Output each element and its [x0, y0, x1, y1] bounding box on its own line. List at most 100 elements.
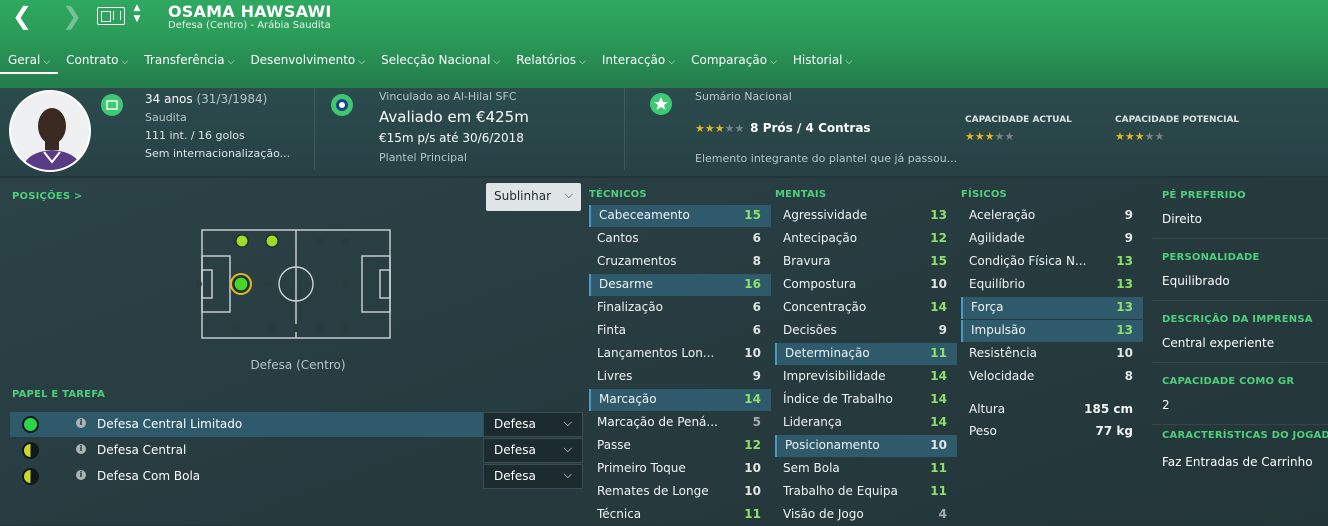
tab-label: Desenvolvimento — [250, 53, 356, 67]
attribute-row[interactable]: Marcação 14 — [589, 389, 771, 411]
club-label[interactable]: Vinculado ao Al-Hilal SFC — [379, 90, 517, 103]
tab-transfer-ncia[interactable]: Transferência ⌵ — [136, 52, 242, 74]
attribute-name: Força — [971, 300, 1004, 314]
tab-relat-rios[interactable]: Relatórios ⌵ — [508, 52, 594, 74]
player-subtitle: Defesa (Centro) - Arábia Saudita — [168, 20, 331, 31]
attribute-value: 15 — [744, 208, 761, 222]
attribute-name: Compostura — [783, 277, 857, 291]
attribute-row[interactable]: Índice de Trabalho 14 — [775, 389, 957, 411]
tab-selec-o-nacional[interactable]: Selecção Nacional ⌵ — [373, 52, 508, 74]
attribute-name: Finalização — [597, 300, 663, 314]
attribute-name: Cantos — [597, 231, 639, 245]
attribute-row[interactable]: Condição Física N... 13 — [961, 251, 1143, 273]
attribute-row[interactable]: Imprevisibilidade 14 — [775, 366, 957, 388]
duty-dropdown[interactable]: Defesa ⌵ — [483, 464, 583, 489]
attribute-row[interactable]: Antecipação 12 — [775, 228, 957, 250]
back-arrow-icon[interactable]: ❮ — [12, 4, 34, 28]
attribute-row[interactable]: Velocidade 8 — [961, 366, 1143, 388]
attribute-value: 10 — [744, 461, 761, 475]
attribute-row[interactable]: Passe 12 — [589, 435, 771, 457]
duty-dropdown[interactable]: Defesa ⌵ — [483, 438, 583, 463]
tab-interac-o[interactable]: Interacção ⌵ — [594, 52, 683, 74]
duty-value: Defesa — [494, 469, 536, 483]
attribute-row[interactable]: Lançamentos Lon... 10 — [589, 343, 771, 365]
tab-desenvolvimento[interactable]: Desenvolvimento ⌵ — [242, 52, 373, 74]
attribute-value: 4 — [938, 507, 947, 521]
role-row[interactable]: i Defesa Central Limitado — [10, 412, 483, 437]
attribute-row[interactable]: Cantos 6 — [589, 228, 771, 250]
club-crest-icon[interactable] — [331, 94, 353, 116]
attribute-row[interactable]: Compostura 10 — [775, 274, 957, 296]
attribute-row[interactable]: Agilidade 9 — [961, 228, 1143, 250]
duty-dropdown[interactable]: Defesa ⌵ — [483, 412, 583, 437]
role-row[interactable]: i Defesa Central — [10, 438, 483, 463]
attribute-row[interactable]: Força 13 — [961, 297, 1143, 319]
pros-cons[interactable]: 8 Prós / 4 Contras — [750, 121, 870, 135]
info-icon[interactable]: i — [76, 418, 86, 428]
chevron-down-icon: ⌵ — [563, 416, 572, 429]
forward-arrow-icon[interactable]: ❯ — [62, 4, 84, 28]
foot-title: PÉ PREFERIDO — [1162, 190, 1246, 201]
attribute-row[interactable]: Determinação 11 — [775, 343, 957, 365]
attribute-name: Aceleração — [969, 208, 1036, 222]
highlight-dropdown[interactable]: Sublinhar ⌵ — [486, 183, 581, 211]
attribute-row[interactable]: Cabeceamento 15 — [589, 205, 771, 227]
duty-value: Defesa — [494, 417, 536, 431]
player-caps: 111 int. / 16 golos — [145, 129, 245, 142]
attribute-row[interactable]: Concentração 14 — [775, 297, 957, 319]
attribute-name: Antecipação — [783, 231, 858, 245]
mental-title: MENTAIS — [775, 189, 827, 200]
attribute-row[interactable]: Primeiro Toque 10 — [589, 458, 771, 480]
attribute-name: Técnica — [597, 507, 642, 521]
attribute-row[interactable]: Técnica 11 — [589, 504, 771, 526]
attribute-value: 10 — [930, 438, 947, 452]
info-icon[interactable]: i — [76, 444, 86, 454]
divider — [1152, 424, 1328, 425]
attribute-value: 13 — [1116, 300, 1133, 314]
attribute-row[interactable]: Livres 9 — [589, 366, 771, 388]
tab-contrato[interactable]: Contrato ⌵ — [58, 52, 136, 74]
traits-value[interactable]: Faz Entradas de Carrinho — [1162, 455, 1313, 469]
attribute-value: 11 — [930, 484, 947, 498]
player-switch-arrows-icon[interactable]: ▲ ▼ — [131, 3, 143, 27]
positions-title[interactable]: POSIÇÕES > — [12, 191, 83, 202]
tab-geral[interactable]: Geral ⌵ — [0, 52, 59, 74]
height-label: Altura — [969, 402, 1006, 416]
attribute-value: 15 — [930, 254, 947, 268]
attribute-name: Agressividade — [783, 208, 868, 222]
attribute-value: 14 — [930, 300, 947, 314]
attribute-row[interactable]: Posicionamento 10 — [775, 435, 957, 457]
role-row[interactable]: i Defesa Com Bola — [10, 464, 483, 489]
personality-title: PERSONALIDADE — [1162, 252, 1260, 263]
attribute-row[interactable]: Resistência 10 — [961, 343, 1143, 365]
attribute-row[interactable]: Remates de Longe 10 — [589, 481, 771, 503]
attribute-value: 11 — [930, 346, 947, 360]
attribute-row[interactable]: Visão de Jogo 4 — [775, 504, 957, 526]
attribute-row[interactable]: Aceleração 9 — [961, 205, 1143, 227]
summary-text: Elemento integrante do plantel que já pa… — [695, 152, 958, 165]
attribute-row[interactable]: Marcação de Pená... 5 — [589, 412, 771, 434]
attribute-row[interactable]: Finalização 6 — [589, 297, 771, 319]
attribute-row[interactable]: Desarme 16 — [589, 274, 771, 296]
attribute-name: Livres — [597, 369, 633, 383]
attribute-row[interactable]: Bravura 15 — [775, 251, 957, 273]
attribute-value: 14 — [930, 369, 947, 383]
attribute-row[interactable]: Trabalho de Equipa 11 — [775, 481, 957, 503]
info-icon[interactable]: i — [76, 470, 86, 480]
attribute-row[interactable]: Decisões 9 — [775, 320, 957, 342]
attribute-row[interactable]: Finta 6 — [589, 320, 771, 342]
divider — [1152, 362, 1328, 363]
attribute-row[interactable]: Equilíbrio 13 — [961, 274, 1143, 296]
attribute-name: Desarme — [599, 277, 654, 291]
attribute-row[interactable]: Agressividade 13 — [775, 205, 957, 227]
attribute-row[interactable]: Sem Bola 11 — [775, 458, 957, 480]
attribute-row[interactable]: Impulsão 13 — [961, 320, 1143, 342]
attribute-name: Imprevisibilidade — [783, 369, 886, 383]
attribute-row[interactable]: Cruzamentos 8 — [589, 251, 771, 273]
nationality-flag-icon — [101, 94, 123, 116]
attribute-row[interactable]: Liderança 14 — [775, 412, 957, 434]
role-name: Defesa Central — [97, 443, 187, 457]
tab-historial[interactable]: Historial ⌵ — [785, 52, 860, 74]
tab-compara-o[interactable]: Comparação ⌵ — [683, 52, 785, 74]
club-badge-icon[interactable] — [97, 7, 125, 25]
